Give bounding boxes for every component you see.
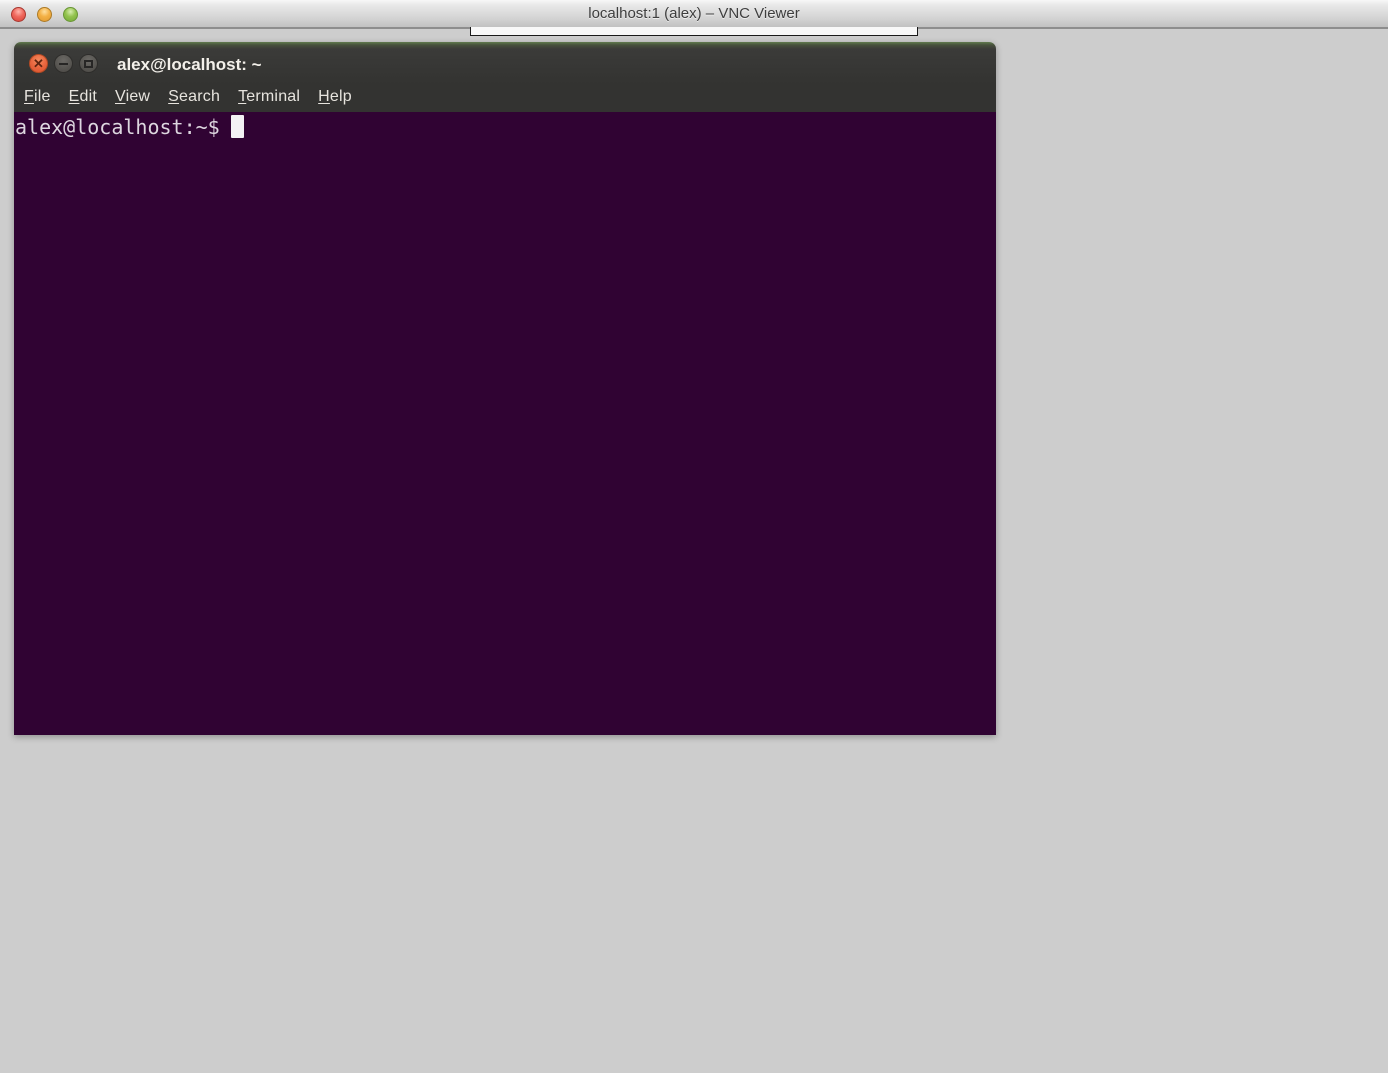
menu-terminal-label: erminal [246,88,300,105]
menu-edit[interactable]: Edit [60,86,106,110]
vnc-window-title: localhost:1 (alex) – VNC Viewer [0,0,1388,28]
macos-zoom-button[interactable] [63,7,78,22]
terminal-minimize-button[interactable] [54,54,73,73]
menu-file[interactable]: File [15,86,60,110]
terminal-prompt-line: alex@localhost:~$ [15,114,995,141]
menu-search-mnemonic: S [168,88,179,105]
menu-edit-mnemonic: E [69,88,80,105]
terminal-cursor [231,115,244,138]
macos-minimize-button[interactable] [37,7,52,22]
terminal-maximize-button[interactable] [79,54,98,73]
menu-search-label: earch [179,88,220,105]
vnc-toolbar-handle[interactable] [470,27,918,36]
menu-terminal[interactable]: Terminal [229,86,309,110]
menu-view-label: iew [126,88,151,105]
remote-desktop: { "vnc": { "window_title": "localhost:1 … [0,0,1388,1073]
menu-view[interactable]: View [106,86,159,110]
shell-prompt: alex@localhost:~$ [15,115,220,139]
minimize-icon [59,63,68,65]
terminal-window-title: alex@localhost: ~ [117,42,262,84]
macos-traffic-lights [11,7,78,22]
terminal-close-button[interactable]: ✕ [29,54,48,73]
menu-search[interactable]: Search [159,86,229,110]
menu-help-label: elp [330,88,352,105]
macos-close-button[interactable] [11,7,26,22]
menu-view-mnemonic: V [115,88,126,105]
menu-help[interactable]: Help [309,86,361,110]
close-icon: ✕ [33,57,44,70]
terminal-window: ✕ alex@localhost: ~ File Edit View Searc… [14,42,996,735]
terminal-titlebar[interactable]: ✕ alex@localhost: ~ [14,42,996,84]
menu-file-mnemonic: F [24,88,34,105]
menu-help-mnemonic: H [318,88,330,105]
terminal-menubar: File Edit View Search Terminal Help [14,84,996,112]
terminal-screen[interactable]: alex@localhost:~$ [14,112,996,735]
vnc-titlebar[interactable]: localhost:1 (alex) – VNC Viewer [0,0,1388,29]
menu-file-label: ile [34,88,51,105]
terminal-window-buttons: ✕ [29,54,98,73]
menu-edit-label: dit [79,88,97,105]
maximize-icon [84,60,93,68]
